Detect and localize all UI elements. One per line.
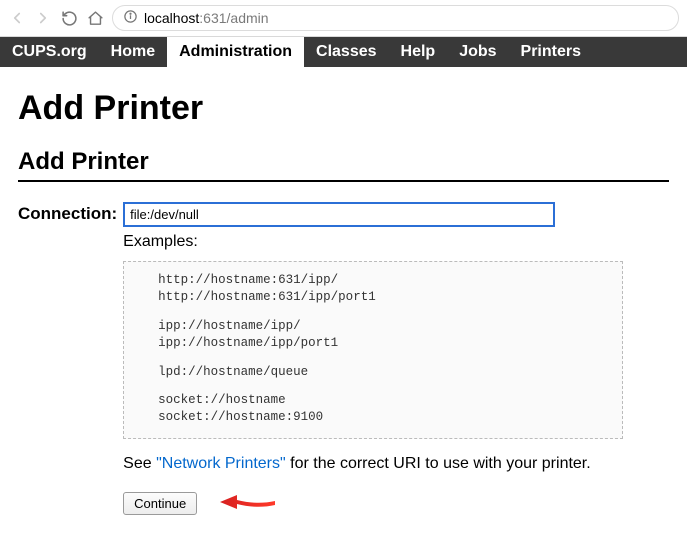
hint-suffix: for the correct URI to use with your pri… (286, 455, 591, 472)
hint-text: See "Network Printers" for the correct U… (123, 455, 669, 473)
url-host: localhost (144, 10, 199, 26)
site-info-icon[interactable] (123, 9, 138, 27)
page-content: Add Printer Add Printer Connection: Exam… (0, 67, 687, 545)
nav-home[interactable]: Home (99, 37, 167, 67)
example-line: socket://hostname:9100 (158, 409, 608, 426)
back-icon[interactable] (8, 9, 26, 27)
continue-button[interactable]: Continue (123, 492, 197, 515)
network-printers-link[interactable]: "Network Printers" (156, 455, 286, 472)
url-path: :631/admin (199, 10, 268, 26)
nav-administration[interactable]: Administration (167, 37, 304, 67)
page-subtitle: Add Printer (18, 148, 669, 182)
nav-help[interactable]: Help (389, 37, 448, 67)
reload-icon[interactable] (60, 9, 78, 27)
example-line: http://hostname:631/ipp/port1 (158, 289, 608, 306)
hint-prefix: See (123, 455, 156, 472)
example-line: ipp://hostname/ipp/ (158, 318, 608, 335)
address-text: localhost:631/admin (144, 10, 269, 26)
forward-icon[interactable] (34, 9, 52, 27)
example-line: ipp://hostname/ipp/port1 (158, 335, 608, 352)
example-line: socket://hostname (158, 392, 608, 409)
example-line: http://hostname:631/ipp/ (158, 272, 608, 289)
nav-jobs[interactable]: Jobs (447, 37, 508, 67)
nav-printers[interactable]: Printers (509, 37, 593, 67)
add-printer-form: Connection: Examples: http://hostname:63… (18, 202, 669, 515)
nav-classes[interactable]: Classes (304, 37, 389, 67)
home-icon[interactable] (86, 9, 104, 27)
examples-label: Examples: (123, 233, 669, 251)
page-title: Add Printer (18, 89, 669, 128)
connection-input[interactable] (123, 202, 555, 227)
address-bar[interactable]: localhost:631/admin (112, 5, 679, 31)
arrow-annotation-icon (217, 491, 277, 515)
browser-toolbar: localhost:631/admin (0, 0, 687, 37)
examples-box: http://hostname:631/ipp/ http://hostname… (123, 261, 623, 439)
cups-navbar: CUPS.org Home Administration Classes Hel… (0, 37, 687, 67)
connection-label: Connection: (18, 202, 117, 224)
example-line: lpd://hostname/queue (158, 364, 608, 381)
nav-brand[interactable]: CUPS.org (0, 37, 99, 67)
